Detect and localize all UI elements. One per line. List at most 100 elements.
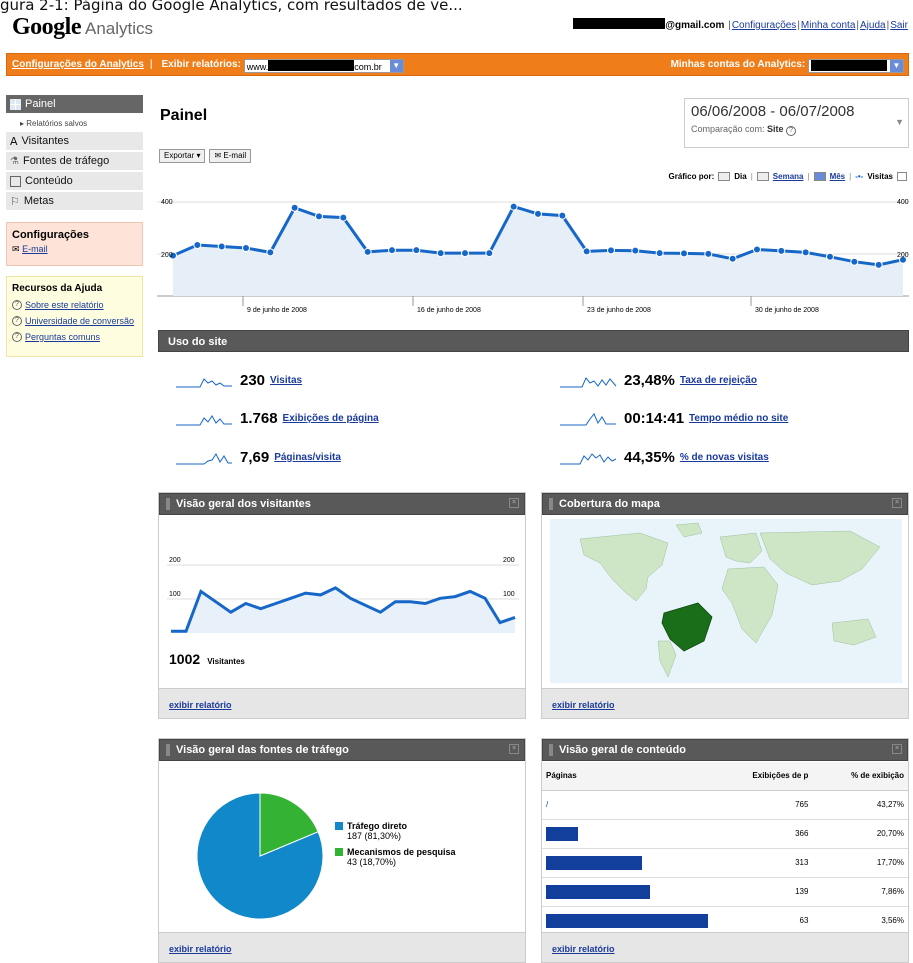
page-cell[interactable]: / xyxy=(542,790,712,820)
table-row[interactable]: 313 17,70% xyxy=(542,848,908,878)
data-point-07/06[interactable] xyxy=(193,241,202,250)
data-point-02/07[interactable] xyxy=(801,248,810,257)
data-point-11/06[interactable] xyxy=(290,203,299,212)
data-point-28/06[interactable] xyxy=(704,249,713,258)
chevron-down-icon[interactable] xyxy=(897,172,907,181)
visits-link[interactable]: Visitas xyxy=(270,375,302,386)
drag-handle-icon[interactable] xyxy=(166,498,170,510)
sidebar-item-painel[interactable]: Painel xyxy=(6,95,143,113)
visitors-report-link[interactable]: exibir relatório xyxy=(169,700,232,710)
views-cell: 139 xyxy=(712,877,813,907)
col-header-views[interactable]: Exibições de p xyxy=(712,762,813,791)
sidebar-item-fontes[interactable]: ⚗ Fontes de tráfego xyxy=(6,152,143,172)
page-cell[interactable] xyxy=(542,906,712,936)
sidebar-item-visitantes[interactable]: 𝖠 Visitantes xyxy=(6,132,143,152)
close-icon[interactable]: × xyxy=(509,744,519,754)
data-point-29/06[interactable] xyxy=(728,254,737,263)
site-select[interactable]: www. com.br ▼ xyxy=(243,59,404,73)
data-point-08/06[interactable] xyxy=(217,242,226,251)
data-point-04/07[interactable] xyxy=(850,257,859,266)
data-point-16/06[interactable] xyxy=(412,246,421,255)
map-report-link[interactable]: exibir relatório xyxy=(552,700,615,710)
logout-link[interactable]: Sair xyxy=(890,20,908,31)
data-point-15/06[interactable] xyxy=(388,246,396,255)
data-point-14/06[interactable] xyxy=(363,247,372,256)
account-select[interactable]: ▼ xyxy=(808,59,904,73)
data-point-13/06[interactable] xyxy=(339,213,348,222)
drag-handle-icon[interactable] xyxy=(549,498,553,510)
site-usage-section: Uso do site xyxy=(158,330,909,352)
drag-handle-icon[interactable] xyxy=(166,744,170,756)
pageviews-link[interactable]: Exibições de página xyxy=(283,413,379,424)
data-point-09/06[interactable] xyxy=(242,243,250,252)
bounce-rate-link[interactable]: Taxa de rejeição xyxy=(680,375,757,386)
pages-per-visit-link[interactable]: Páginas/visita xyxy=(274,452,341,463)
traffic-report-link[interactable]: exibir relatório xyxy=(169,944,232,954)
graph-by-week[interactable]: Semana xyxy=(773,172,804,181)
visitors-chart: 200 100 200 100 xyxy=(167,557,519,633)
col-header-pct[interactable]: % de exibição xyxy=(812,762,908,791)
data-point-25/06[interactable] xyxy=(631,246,640,255)
sidebar-item-conteudo[interactable]: Conteúdo xyxy=(6,172,143,192)
table-row[interactable]: 139 7,86% xyxy=(542,877,908,907)
email-button[interactable]: ✉ E-mail xyxy=(209,149,252,163)
content-panel-header[interactable]: Visão geral de conteúdo × xyxy=(542,739,908,761)
my-account-link[interactable]: Minha conta xyxy=(801,20,855,31)
graph-by-month[interactable]: Mês xyxy=(830,172,846,181)
new-visits-link[interactable]: % de novas visitas xyxy=(680,452,769,463)
content-report-link[interactable]: exibir relatório xyxy=(552,944,615,954)
data-point-12/06[interactable] xyxy=(315,212,323,221)
page-cell[interactable] xyxy=(542,819,712,849)
help-link-faq[interactable]: Perguntas comuns xyxy=(25,332,100,342)
settings-link[interactable]: Configurações xyxy=(732,20,796,31)
chevron-down-icon: ▼ xyxy=(890,60,903,72)
email-settings-link[interactable]: E-mail xyxy=(22,244,48,254)
table-row[interactable]: 366 20,70% xyxy=(542,819,908,849)
visitors-total: 1002 Visitantes xyxy=(169,651,245,667)
data-point-30/06[interactable] xyxy=(753,245,761,254)
data-point-10/06[interactable] xyxy=(266,248,275,257)
table-row[interactable]: / 765 43,27% xyxy=(542,790,908,820)
page-path[interactable]: / xyxy=(546,800,548,809)
table-row[interactable]: 63 3,56% xyxy=(542,906,908,936)
help-link-about[interactable]: Sobre este relatório xyxy=(25,300,104,310)
data-point-23/06[interactable] xyxy=(582,247,591,256)
visitors-panel-header[interactable]: Visão geral dos visitantes × xyxy=(159,493,525,515)
data-point-26/06[interactable] xyxy=(655,249,664,258)
date-range-picker[interactable]: 06/06/2008 - 06/07/2008 Comparação com: … xyxy=(684,98,909,148)
help-link[interactable]: Ajuda xyxy=(860,20,886,31)
analytics-settings-link[interactable]: Configurações do Analytics xyxy=(12,59,144,70)
data-point-21/06[interactable] xyxy=(534,209,542,218)
person-icon: 𝖠 xyxy=(10,135,18,148)
help-link-university[interactable]: Universidade de conversão xyxy=(25,316,134,326)
google-analytics-logo[interactable]: Google Analytics xyxy=(12,14,153,44)
page-cell[interactable] xyxy=(542,848,712,878)
export-button[interactable]: Exportar ▾ xyxy=(159,149,206,163)
sidebar-item-metas[interactable]: ⚐ Metas xyxy=(6,192,143,212)
traffic-panel-header[interactable]: Visão geral das fontes de tráfego × xyxy=(159,739,525,761)
data-point-19/06[interactable] xyxy=(485,249,494,258)
graph-metric[interactable]: Visitas xyxy=(867,172,893,181)
graph-by-day[interactable]: Dia xyxy=(734,172,746,181)
avg-time-link[interactable]: Tempo médio no site xyxy=(689,413,788,424)
page-cell[interactable] xyxy=(542,877,712,907)
metric-visits: 230 Visitas xyxy=(176,372,302,389)
data-point-24/06[interactable] xyxy=(607,246,615,255)
data-point-20/06[interactable] xyxy=(509,202,518,211)
data-point-18/06[interactable] xyxy=(461,249,469,258)
data-point-03/07[interactable] xyxy=(826,252,834,261)
map-panel-header[interactable]: Cobertura do mapa × xyxy=(542,493,908,515)
x-axis-label-3: 23 de junho de 2008 xyxy=(587,307,651,314)
data-point-17/06[interactable] xyxy=(436,249,445,258)
data-point-22/06[interactable] xyxy=(558,211,567,220)
data-point-27/06[interactable] xyxy=(680,249,688,258)
drag-handle-icon[interactable] xyxy=(549,744,553,756)
close-icon[interactable]: × xyxy=(509,498,519,508)
logo-analytics: Analytics xyxy=(85,19,154,38)
saved-reports-link[interactable]: ▸ Relatórios salvos xyxy=(6,113,143,132)
close-icon[interactable]: × xyxy=(892,744,902,754)
col-header-pages[interactable]: Páginas xyxy=(542,762,712,791)
data-point-05/07[interactable] xyxy=(874,260,883,269)
close-icon[interactable]: × xyxy=(892,498,902,508)
data-point-01/07[interactable] xyxy=(777,246,786,255)
